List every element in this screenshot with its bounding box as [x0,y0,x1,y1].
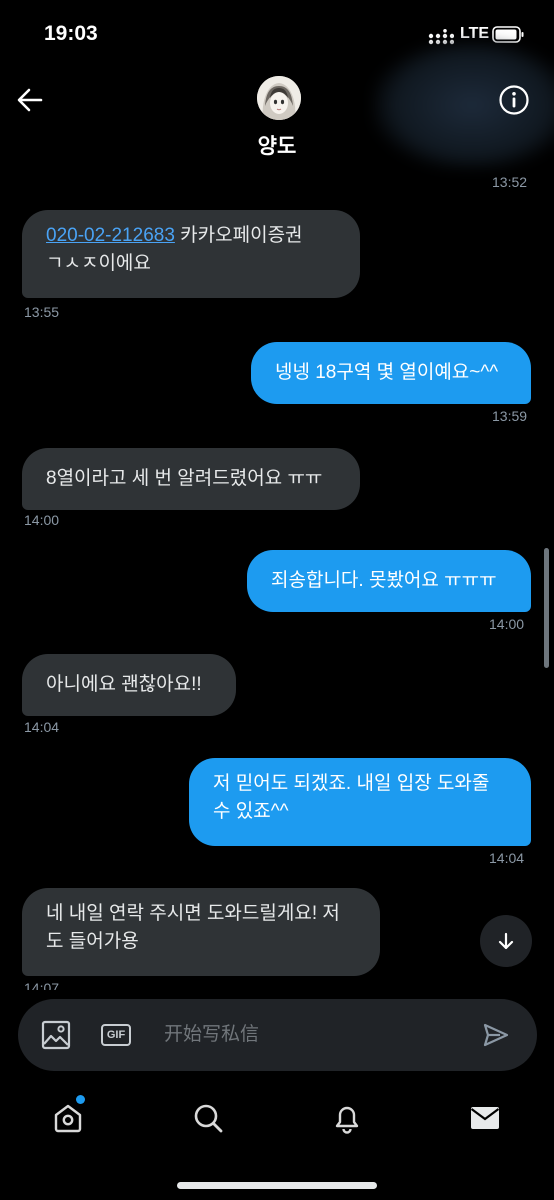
status-time: 19:03 [44,22,98,45]
message-composer: GIF 开始写私信 [18,999,537,1071]
message-input[interactable]: 开始写私信 [164,1019,464,1051]
message-timestamp: 14:04 [24,719,60,735]
message-bubble-received[interactable]: 아니에요 괜찮아요!! [22,654,236,716]
scroll-to-bottom-button[interactable] [480,915,532,967]
back-button[interactable] [12,82,48,118]
phone-link[interactable]: 020-02-212683 [46,225,175,246]
message-timestamp: 14:00 [489,616,525,632]
nav-search[interactable] [188,1098,228,1138]
message-bubble-received[interactable]: 8열이라고 세 번 알려드렸어요 ㅠㅠ [22,448,360,510]
bottom-navigation [0,1080,554,1160]
add-gif-button[interactable]: GIF [98,1017,134,1053]
gif-icon: GIF [100,1024,132,1046]
scrollbar[interactable] [544,548,549,668]
avatar-image [257,76,301,120]
message-bubble-sent[interactable]: 넹넹 18구역 몇 열이예요~^^ [251,342,531,404]
notification-dot [76,1095,85,1104]
mail-icon [470,1107,500,1129]
nav-messages[interactable] [465,1098,505,1138]
message-timestamp: 14:04 [489,850,525,866]
info-button[interactable] [496,82,532,118]
message-text: 네 내일 연락 주시면 도와드릴게요! 저 도 들어가용 [46,903,340,952]
message-text: 8열이라고 세 번 알려드렸어요 ㅠㅠ [46,468,323,489]
message-timestamp: 14:00 [24,512,60,528]
message-bubble-sent[interactable]: 저 믿어도 되겠죠. 내일 입장 도와줄 수 있죠^^ [189,758,531,846]
add-image-button[interactable] [38,1017,74,1053]
message-text: 아니에요 괜찮아요!! [46,674,202,695]
home-icon [54,1104,82,1133]
message-timestamp: 13:59 [492,408,528,424]
home-indicator [177,1182,377,1189]
send-icon [483,1023,509,1047]
message-bubble-received[interactable]: 네 내일 연락 주시면 도와드릴게요! 저 도 들어가용 [22,888,380,976]
conversation-header: 양도 [0,40,554,170]
message-bubble-sent[interactable]: 죄송합니다. 못봤어요 ㅠㅠㅠ [247,550,531,612]
message-bubble-received[interactable]: 020-02-212683 카카오페이증권 ㄱㅅㅈ이에요 [22,210,360,298]
message-text: 죄송합니다. 못봤어요 ㅠㅠㅠ [271,570,497,591]
info-icon [499,85,529,115]
image-icon [41,1020,71,1050]
search-icon [194,1104,223,1133]
contact-name[interactable]: 양도 [0,130,554,160]
send-button[interactable] [476,1015,516,1055]
nav-home[interactable] [48,1098,88,1138]
message-list[interactable]: 13:52 020-02-212683 카카오페이증권 ㄱㅅㅈ이에요 13:55… [0,170,554,990]
arrow-down-icon [498,932,514,950]
bell-icon [335,1106,359,1134]
message-text: 넹넹 18구역 몇 열이예요~^^ [275,362,499,383]
message-timestamp: 14:07 [24,980,60,990]
arrow-left-icon [17,88,43,112]
message-text: 저 믿어도 되겠죠. 내일 입장 도와줄 수 있죠^^ [213,773,490,822]
message-timestamp: 13:52 [492,174,528,190]
message-timestamp: 13:55 [24,304,60,320]
nav-notifications[interactable] [327,1098,367,1138]
avatar[interactable] [257,76,301,120]
